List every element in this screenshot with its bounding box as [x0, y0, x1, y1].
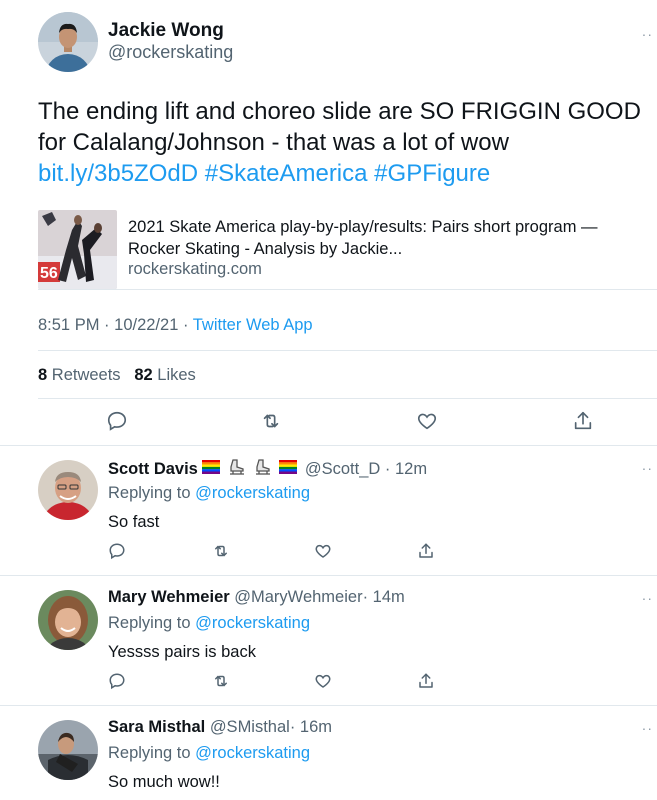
author-handle[interactable]: @SMisthal: [210, 718, 290, 736]
reply-tweet[interactable]: Sara Misthal @SMisthal· 16m ·· Replying …: [0, 706, 657, 800]
card-domain: rockerskating.com: [128, 260, 262, 278]
reply-text: So much wow!!: [108, 773, 220, 791]
reply-header: Mary Wehmeier @MaryWehmeier· 14m: [108, 588, 405, 607]
hashtag-skateamerica[interactable]: #SkateAmerica: [205, 160, 368, 187]
reply-icon[interactable]: [108, 542, 126, 560]
reply-icon[interactable]: [108, 672, 126, 690]
likes-stat[interactable]: 82 Likes: [134, 366, 195, 384]
retweet-icon[interactable]: [260, 410, 282, 432]
replying-to-handle[interactable]: @rockerskating: [195, 744, 310, 762]
replying-to: Replying to @rockerskating: [108, 614, 311, 632]
divider: [38, 350, 657, 351]
tweet-actions: [0, 410, 657, 436]
card-thumbnail: 56: [38, 210, 117, 289]
reply-time[interactable]: · 14m: [363, 588, 405, 606]
avatar[interactable]: [38, 590, 98, 650]
tweet-stats: 8 Retweets 82 Likes: [38, 366, 196, 385]
retweet-icon[interactable]: [212, 672, 230, 690]
reply-time[interactable]: · 12m: [385, 460, 427, 478]
share-icon[interactable]: [572, 410, 594, 432]
share-icon[interactable]: [417, 672, 435, 690]
more-options-icon[interactable]: ··: [642, 460, 653, 476]
hashtag-gpfigure[interactable]: #GPFigure: [374, 160, 490, 187]
author-name[interactable]: Mary Wehmeier: [108, 588, 230, 606]
heart-icon[interactable]: [416, 410, 438, 432]
divider: [38, 398, 657, 399]
rainbow-flag-icon: [279, 460, 298, 479]
author-name[interactable]: Sara Misthal: [108, 718, 205, 736]
ice-skate-icon: [228, 458, 246, 481]
meta-separator: ·: [104, 316, 110, 334]
reply-text: So fast: [108, 513, 160, 531]
tweet-source[interactable]: Twitter Web App: [193, 316, 313, 334]
more-options-icon[interactable]: ··: [642, 26, 653, 42]
author-name[interactable]: Jackie Wong: [108, 20, 224, 42]
tweet-link[interactable]: bit.ly/3b5ZOdD: [38, 160, 198, 187]
svg-text:56: 56: [40, 265, 58, 282]
tweet-date[interactable]: 10/22/21: [114, 316, 178, 334]
heart-icon[interactable]: [314, 672, 332, 690]
avatar[interactable]: [38, 460, 98, 520]
reply-header: Sara Misthal @SMisthal· 16m: [108, 718, 332, 737]
author-handle[interactable]: @Scott_D: [305, 460, 380, 478]
more-options-icon[interactable]: ··: [642, 720, 653, 736]
author-name[interactable]: Scott Davis: [108, 460, 198, 478]
more-options-icon[interactable]: ··: [642, 590, 653, 606]
card-title: 2021 Skate America play-by-play/results:…: [128, 218, 598, 258]
ice-skate-icon: [254, 458, 272, 481]
tweet-body: The ending lift and choreo slide are SO …: [38, 98, 641, 156]
reply-text: Yessss pairs is back: [108, 643, 256, 661]
replying-to-handle[interactable]: @rockerskating: [195, 614, 310, 632]
tweet-time[interactable]: 8:51 PM: [38, 316, 99, 334]
reply-time[interactable]: · 16m: [290, 718, 332, 736]
heart-icon[interactable]: [314, 542, 332, 560]
rainbow-flag-icon: [202, 460, 221, 479]
link-card[interactable]: 56 2021 Skate America play-by-play/resul…: [38, 208, 657, 290]
retweet-icon[interactable]: [212, 542, 230, 560]
retweets-stat[interactable]: 8 Retweets: [38, 366, 121, 384]
avatar[interactable]: [38, 720, 98, 780]
reply-tweet[interactable]: Mary Wehmeier @MaryWehmeier· 14m ·· Repl…: [0, 576, 657, 706]
author-handle[interactable]: @rockerskating: [108, 42, 233, 63]
tweet-text: The ending lift and choreo slide are SO …: [38, 96, 653, 189]
avatar[interactable]: [38, 12, 98, 72]
replying-to: Replying to @rockerskating: [108, 484, 311, 502]
reply-icon[interactable]: [106, 410, 128, 432]
replying-to: Replying to @rockerskating: [108, 744, 311, 762]
reply-header: Scott Davis @Scott_D · 12m: [108, 458, 427, 481]
author-handle[interactable]: @MaryWehmeier: [234, 588, 362, 606]
share-icon[interactable]: [417, 542, 435, 560]
tweet-meta: 8:51 PM · 10/22/21 · Twitter Web App: [38, 316, 313, 335]
replying-to-handle[interactable]: @rockerskating: [195, 484, 310, 502]
meta-separator: ·: [182, 316, 189, 334]
reply-tweet[interactable]: Scott Davis @Scott_D · 12m ·· Replying t…: [0, 446, 657, 576]
